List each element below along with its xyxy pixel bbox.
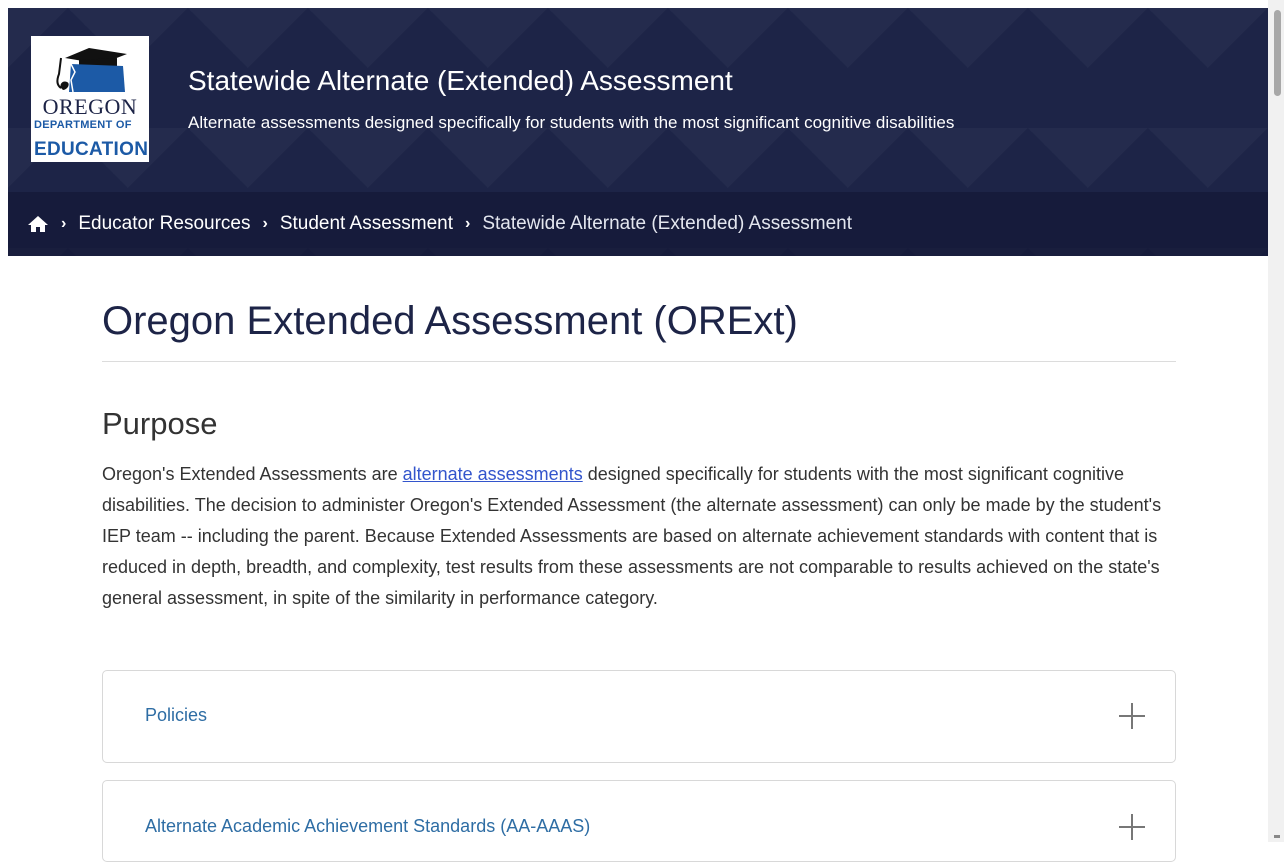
page: OREGON DEPARTMENT OF EDUCATION Statewide… — [0, 0, 1268, 862]
breadcrumb-educator-resources[interactable]: Educator Resources — [78, 213, 250, 235]
ode-logo[interactable]: OREGON DEPARTMENT OF EDUCATION — [31, 36, 149, 162]
scroll-down-arrow-icon[interactable] — [1274, 835, 1280, 838]
purpose-text-start: Oregon's Extended Assessments are — [102, 464, 403, 484]
logo-oregon-text: OREGON — [42, 94, 138, 119]
breadcrumb-current: Statewide Alternate (Extended) Assessmen… — [482, 213, 853, 234]
logo-education-text: EDUCATION — [34, 139, 149, 160]
alternate-assessments-link[interactable]: alternate assessments — [403, 464, 583, 484]
breadcrumb-bar: › Educator Resources › Student Assessmen… — [8, 192, 1268, 256]
purpose-heading: Purpose — [102, 406, 218, 441]
site-header: OREGON DEPARTMENT OF EDUCATION Statewide… — [8, 8, 1268, 256]
plus-icon[interactable] — [1117, 701, 1147, 731]
page-title: Oregon Extended Assessment (ORExt) — [102, 299, 798, 343]
site-title[interactable]: Statewide Alternate (Extended) Assessmen… — [188, 65, 733, 97]
breadcrumb: › Educator Resources › Student Assessmen… — [27, 192, 852, 256]
breadcrumb-student-assessment[interactable]: Student Assessment — [280, 213, 453, 235]
site-subtitle: Alternate assessments designed specifica… — [188, 113, 955, 132]
home-icon[interactable] — [27, 215, 49, 233]
chevron-right-icon: › — [61, 215, 67, 232]
chevron-right-icon: › — [465, 215, 471, 232]
logo-department-text: DEPARTMENT OF — [34, 119, 132, 131]
purpose-paragraph: Oregon's Extended Assessments are altern… — [102, 459, 1176, 614]
accordion-aa-aaas[interactable]: Alternate Academic Achievement Standards… — [102, 780, 1176, 862]
plus-icon[interactable] — [1117, 812, 1147, 842]
scrollbar-thumb[interactable] — [1274, 10, 1281, 96]
accordion-policies[interactable]: Policies — [102, 670, 1176, 763]
divider — [102, 361, 1176, 362]
purpose-text-end: designed specifically for students with … — [102, 464, 1162, 608]
chevron-right-icon: › — [262, 215, 268, 232]
graduation-cap-oregon-map-icon — [56, 48, 127, 93]
accordion-label[interactable]: Policies — [145, 705, 207, 726]
scrollbar[interactable] — [1268, 0, 1284, 842]
accordion-label[interactable]: Alternate Academic Achievement Standards… — [145, 816, 590, 837]
